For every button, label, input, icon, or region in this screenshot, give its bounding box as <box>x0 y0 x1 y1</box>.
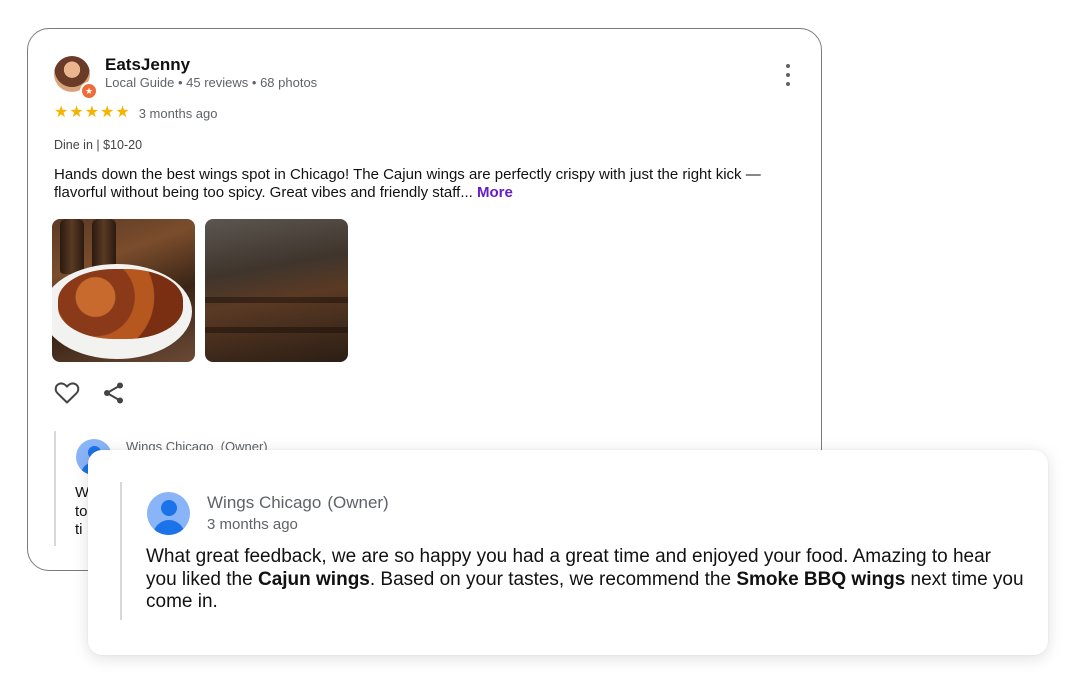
reply-divider <box>54 431 56 546</box>
reply-text-part: . Based on your tastes, we recommend the <box>369 568 737 590</box>
star-rating: ★ ★ ★ ★ ★ <box>54 105 131 121</box>
review-text: Hands down the best wings spot in Chicag… <box>54 166 799 202</box>
wings-photo[interactable] <box>52 219 195 362</box>
more-link[interactable]: More <box>477 184 513 201</box>
local-guide-badge-icon: ★ <box>80 82 98 100</box>
owner-reply-text: What great feedback, we are so happy you… <box>146 546 1026 614</box>
reply-divider <box>120 482 122 620</box>
star-icon: ★ <box>54 104 69 121</box>
sauce-bottle <box>60 219 84 274</box>
star-icon: ★ <box>84 104 100 121</box>
reply-highlight: Cajun wings <box>257 568 370 590</box>
kebab-menu-icon[interactable] <box>780 64 796 86</box>
star-icon: ★ <box>115 104 130 121</box>
restaurant-interior-photo[interactable] <box>205 219 348 362</box>
rating-row: ★ ★ ★ ★ ★ 3 months ago <box>54 105 218 121</box>
share-icon[interactable] <box>102 381 126 410</box>
heart-icon[interactable] <box>54 381 80 410</box>
reviewer-meta: Local Guide • 45 reviews • 68 photos <box>105 75 318 90</box>
dine-info: Dine in | $10-20 <box>54 138 143 152</box>
chicken-wings <box>58 269 183 339</box>
table-slat <box>205 297 348 303</box>
review-time: 3 months ago <box>138 105 218 121</box>
star-icon: ★ <box>100 104 115 121</box>
owner-reply-card: Wings Chicago (Owner) 3 months ago What g… <box>88 450 1048 655</box>
owner-tag: (Owner) <box>327 493 389 512</box>
owner-name: Wings Chicago (Owner) <box>207 493 389 513</box>
owner-reply-time: 3 months ago <box>207 516 298 533</box>
owner-avatar-icon <box>147 492 190 535</box>
star-icon: ★ <box>69 104 84 121</box>
reviewer-name[interactable]: EatsJenny <box>105 55 190 75</box>
reply-highlight: Smoke BBQ wings <box>736 568 906 590</box>
table-slat <box>205 327 348 333</box>
review-body: Hands down the best wings spot in Chicag… <box>54 166 761 201</box>
owner-name-text: Wings Chicago <box>207 493 322 512</box>
